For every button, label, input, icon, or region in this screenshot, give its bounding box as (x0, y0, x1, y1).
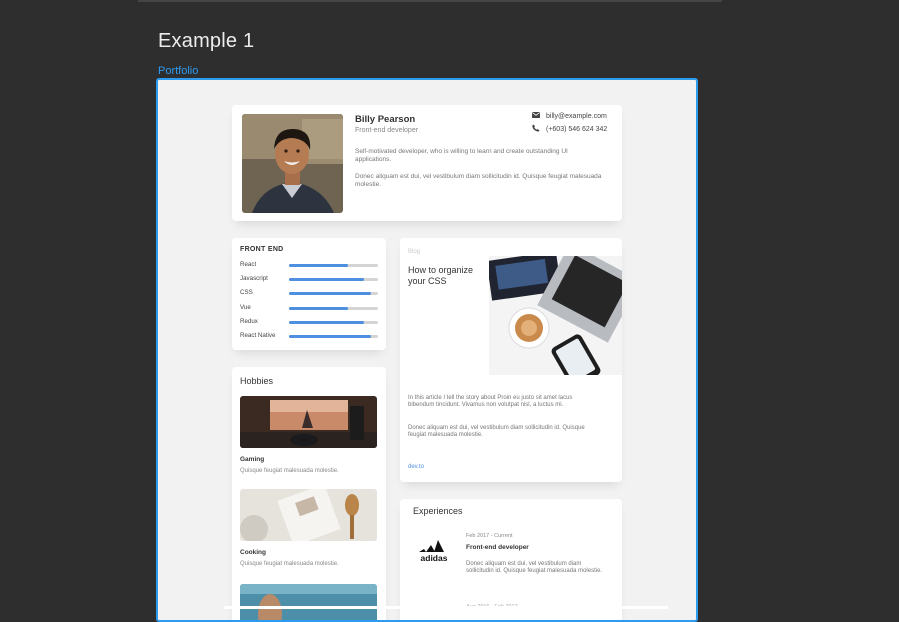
profile-role: Front-end developer (355, 127, 419, 134)
skill-bar-track (289, 321, 378, 324)
profile-bio-secondary: Donec aliquam est dui, vel vestibulum di… (355, 173, 602, 189)
skill-bar-fill (289, 264, 348, 267)
skill-bar-track (289, 278, 378, 281)
page-title: Example 1 (158, 30, 255, 52)
skill-row: CSS (240, 289, 378, 299)
skill-label: Redux (240, 318, 258, 325)
skills-title: FRONT END (240, 246, 284, 253)
skill-label: React Native (240, 332, 276, 339)
hobby-image-third (240, 584, 377, 620)
hobby-name: Cooking (240, 549, 266, 556)
email-row[interactable]: billy@example.com (532, 112, 607, 120)
skill-row: React (240, 261, 378, 271)
skill-bar-track (289, 307, 378, 310)
skill-bar-fill (289, 307, 348, 310)
profile-phone: (+603) 546 624 342 (546, 125, 608, 133)
svg-text:adidas: adidas (421, 553, 448, 563)
hobby-description: Quisque feugiat malesuada molestie. (240, 468, 339, 474)
portfolio-frame[interactable]: Billy Pearson Front-end developer billy@… (156, 78, 698, 622)
hobby-name: Gaming (240, 456, 265, 463)
profile-email: billy@example.com (546, 112, 607, 120)
blog-card[interactable]: Blog How to organize your CSS In this ar… (400, 238, 622, 482)
mail-icon (532, 112, 540, 120)
experiences-title: Experiences (413, 506, 463, 516)
skill-bar-track (289, 335, 378, 338)
canvas-top-edge (138, 0, 722, 2)
skill-row: Vue (240, 304, 378, 314)
skill-bar-fill (289, 335, 371, 338)
skill-bar-fill (289, 278, 364, 281)
experiences-card: Experiences adidas Feb 2017 - Current Fr… (400, 499, 622, 620)
blog-tag: Blog (408, 249, 421, 255)
skill-row: Redux (240, 318, 378, 328)
blog-excerpt: In this article I tell the story about P… (408, 395, 573, 409)
blog-image (489, 256, 622, 375)
skill-label: React (240, 261, 257, 268)
hobby-description: Quisque feugiat malesuada molestie. (240, 561, 339, 567)
skill-row: React Native (240, 332, 378, 342)
skill-label: Vue (240, 304, 251, 311)
hobbies-title: Hobbies (240, 376, 274, 386)
profile-name: Billy Pearson (355, 114, 416, 125)
skill-label: CSS (240, 289, 253, 296)
frame-label[interactable]: Portfolio (158, 65, 198, 77)
blog-excerpt-secondary: Donec aliquam est dui, vel vestibulum di… (408, 425, 585, 439)
profile-photo (242, 114, 343, 213)
skill-bar-track (289, 292, 378, 295)
skill-bar-fill (289, 292, 371, 295)
hobby-image-gaming (240, 396, 377, 448)
adidas-logo: adidas (416, 537, 452, 563)
skills-card: FRONT END React Javascript CSS Vue Redux… (232, 238, 386, 350)
experience-date: Feb 2017 - Current (466, 533, 513, 539)
phone-row[interactable]: (+603) 546 624 342 (532, 124, 607, 134)
skill-bar-fill (289, 321, 364, 324)
profile-bio: Self-motivated developer, who is willing… (355, 148, 568, 164)
blog-title[interactable]: How to organize your CSS (408, 265, 482, 287)
skill-bar-track (289, 264, 378, 267)
phone-icon (532, 124, 540, 134)
blog-link[interactable]: dev.to (408, 464, 424, 470)
experience-role: Front-end developer (466, 544, 529, 551)
profile-card: Billy Pearson Front-end developer billy@… (232, 105, 622, 221)
skill-label: Javascript (240, 275, 268, 282)
skill-row: Javascript (240, 275, 378, 285)
hobby-image-cooking (240, 489, 377, 541)
experience-description: Donec aliquam est dui, vel vestibulum di… (466, 561, 603, 575)
hobbies-card: Hobbies Gaming Quisque feugiat malesuada… (232, 367, 386, 620)
